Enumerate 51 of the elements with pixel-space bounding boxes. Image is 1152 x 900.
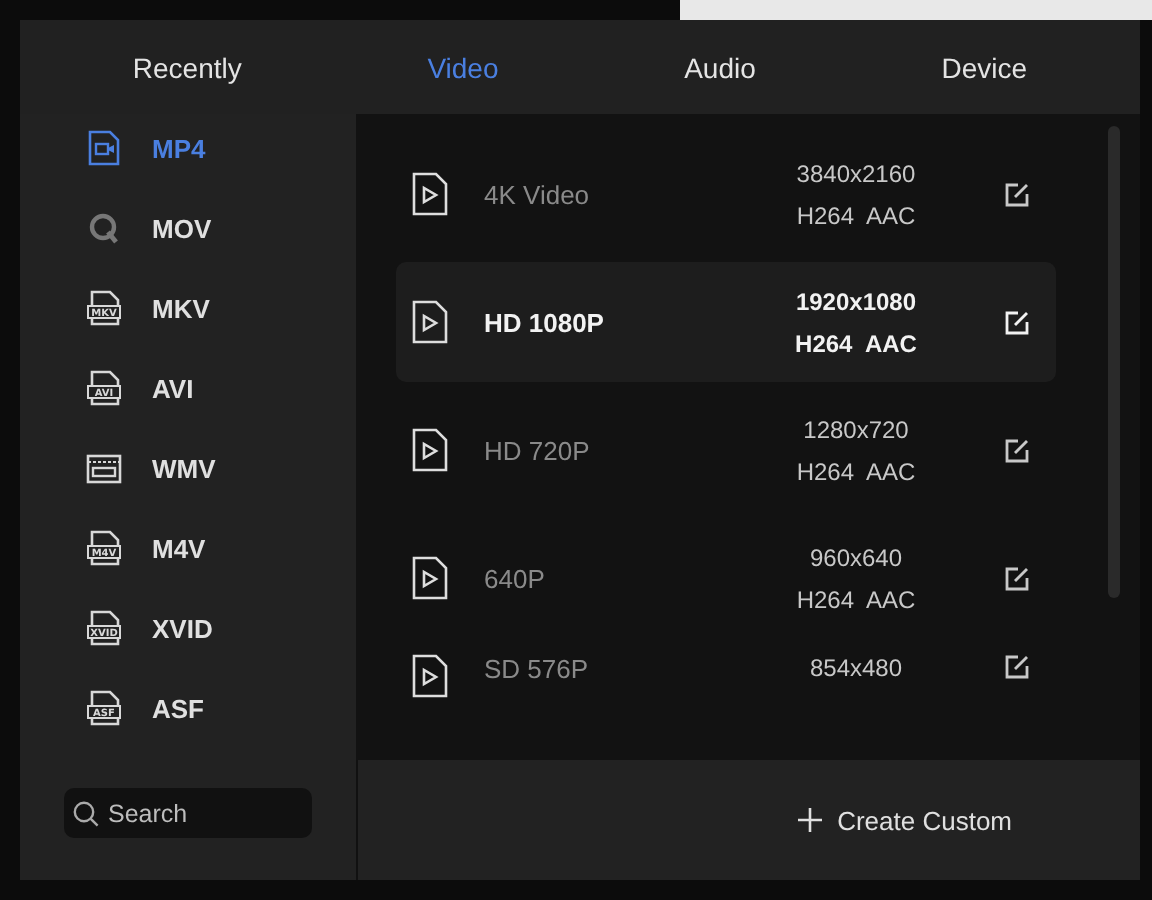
codec-text: H264 AAC xyxy=(796,585,916,613)
codec-text: H264 AAC xyxy=(796,457,916,485)
search-icon xyxy=(72,800,100,828)
resolution-text: 960x640 xyxy=(809,543,903,571)
edit-icon[interactable] xyxy=(1003,181,1029,207)
preset-name: HD 720P xyxy=(484,435,592,465)
format-label: XVID xyxy=(152,613,213,643)
preset-name: 4K Video xyxy=(484,179,592,209)
video-file-icon xyxy=(412,172,448,216)
format-label: M4V xyxy=(152,533,206,563)
tab[interactable]: Audio xyxy=(672,43,768,91)
preset-row[interactable]: HD 720P 1280x720 H264 AAC xyxy=(396,390,1056,510)
format-label: ASF xyxy=(152,693,204,723)
film-icon xyxy=(86,453,122,483)
format-label: MP4 xyxy=(152,133,206,163)
format-item[interactable]: MP4 xyxy=(20,108,356,188)
format-item[interactable]: MOV xyxy=(20,188,356,268)
video-file-icon xyxy=(412,428,448,472)
q-logo-icon xyxy=(88,211,120,245)
codec-text: H264 AAC xyxy=(796,201,916,229)
format-label: MKV xyxy=(152,293,210,323)
preset-row[interactable]: 4K Video 3840x2160 H264 AAC xyxy=(396,134,1056,254)
video-file-icon xyxy=(412,654,448,698)
format-label: MOV xyxy=(152,213,212,243)
search-field[interactable]: Search xyxy=(64,788,312,838)
edit-icon[interactable] xyxy=(1003,437,1029,463)
preset-name: SD 576P xyxy=(484,654,591,684)
resolution-text: 1280x720 xyxy=(803,415,909,443)
resolution-text: 3840x2160 xyxy=(796,159,916,187)
create-custom-button[interactable]: Create Custom xyxy=(789,797,1020,843)
edit-icon[interactable] xyxy=(1003,654,1029,680)
codec-text: H264 AAC xyxy=(795,329,917,357)
preset-row[interactable]: 640P 960x640 H264 AAC xyxy=(396,518,1056,638)
video-file-icon xyxy=(412,300,448,344)
video-file-icon xyxy=(88,130,120,166)
scrollbar-thumb[interactable] xyxy=(1108,126,1120,598)
format-label: WMV xyxy=(152,453,216,483)
plus-icon xyxy=(797,808,822,832)
tab[interactable]: Video xyxy=(415,43,511,91)
format-item[interactable]: WMV xyxy=(20,428,356,508)
format-label: AVI xyxy=(152,373,194,403)
preset-name: HD 1080P xyxy=(484,307,606,337)
edit-icon[interactable] xyxy=(1003,565,1029,591)
preset-row[interactable]: HD 1080P 1920x1080 H264 AAC xyxy=(396,262,1056,382)
preset-row[interactable]: SD 576P 854x480 xyxy=(396,646,1056,750)
preset-name: 640P xyxy=(484,563,547,593)
video-file-icon xyxy=(412,556,448,600)
tab[interactable]: Device xyxy=(929,43,1040,91)
resolution-text: 854x480 xyxy=(809,654,903,682)
resolution-text: 1920x1080 xyxy=(795,287,917,315)
tab[interactable]: Recently xyxy=(120,43,254,91)
